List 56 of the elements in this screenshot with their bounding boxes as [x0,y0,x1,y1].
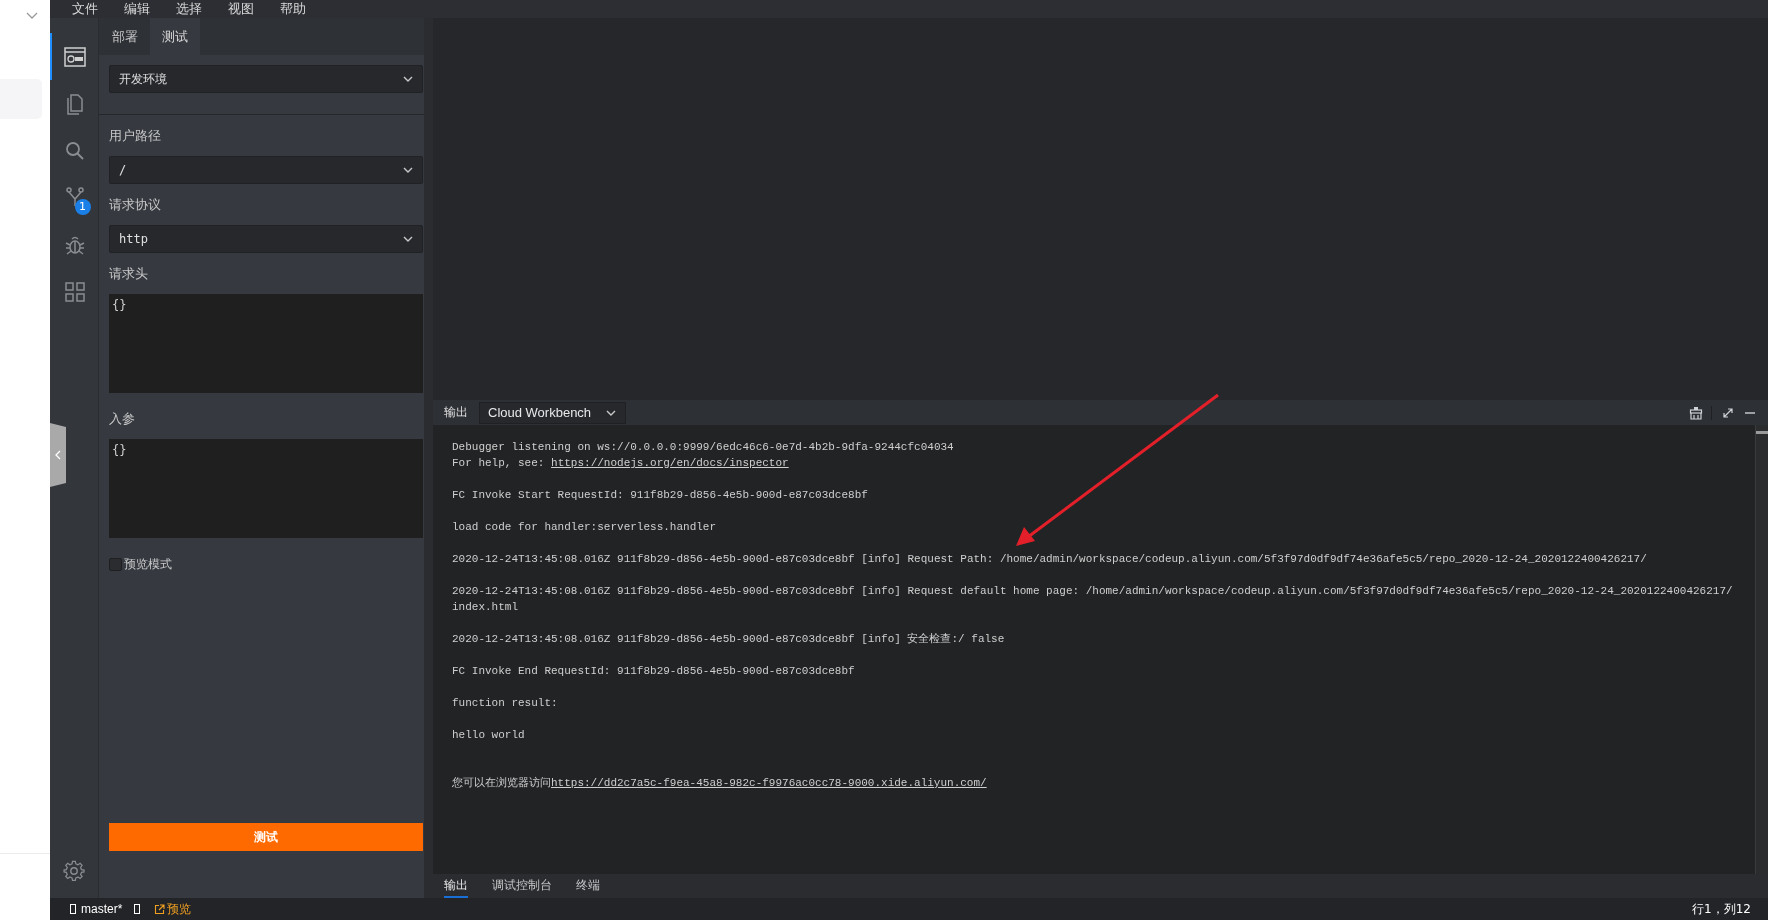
field-label: 入参 [109,410,136,428]
field-label: 用户路径 [109,127,162,145]
caret-icon [402,234,414,244]
log-line: FC Invoke End RequestId: 911f8b29-d856-4e5b-900d-e87c03dce8bf [452,664,856,679]
scrollbar[interactable] [1755,425,1768,874]
text-area-field[interactable]: {} [109,294,423,393]
panel-title: 输出 [444,404,468,421]
environment-select[interactable]: 开发环境 [109,65,423,93]
log-text: 您可以在浏览器访问 [452,776,551,789]
log-line: 2020-12-24T13:45:08.016Z 911f8b29-d856-4e5b-900d-e87c03dce8bf [info] Request default home page: /home/admin/workspace/codeup.aliyun.com/5f3f97d0df9df74e36afe5c5/repo_2020-12-24_2020122400426217/ [452,584,1734,599]
cursor-position[interactable]: 行1，列12 [1692,900,1751,918]
caret-icon [402,165,414,175]
menu-item[interactable]: 视图 [228,1,254,17]
menu-item[interactable]: 选择 [176,1,202,17]
log-line: FC Invoke Start RequestId: 911f8b29-d856-4e5b-900d-e87c03dce8bf [452,488,869,503]
log-line: function result: [452,696,559,711]
box-icon [70,904,76,914]
checkbox[interactable] [109,558,122,571]
tab[interactable]: 终端 [576,874,600,898]
count-badge: 1 [74,199,91,215]
menu-item[interactable]: 编辑 [124,1,150,17]
checkbox-label: 预览模式 [124,556,172,573]
log-line: hello world [452,728,526,743]
log-line: load code for handler:serverless.handler [452,520,718,535]
scrollbar-thumb[interactable] [1756,431,1768,434]
caret-icon [402,74,414,84]
log-line: Debugger listening on ws://0.0.0.0:9999/6edc46c6-0e7d-4b2b-9dfa-9244cfc04034 [452,440,955,455]
grid-icon [63,279,87,304]
link[interactable]: https://dd2c7a5c-f9ea-45a8-982c-f9976ac0cc78-9000.xide.aliyun.com/ [551,777,987,789]
log-line: 2020-12-24T13:45:08.016Z 911f8b29-d856-4e5b-900d-e87c03dce8bf [info] Request Path: /home/admin/workspace/codeup.aliyun.com/5f3f97d0df9df74e36afe5c5/repo_2020-12-24_2020122400426217/ [452,552,1648,567]
preview-link[interactable]: 预览 [154,900,192,918]
activity-bar-item[interactable]: 1 [49,174,99,221]
text-area-field[interactable]: {} [109,439,423,538]
log-line: index.html [452,600,519,615]
external-link-icon [154,903,166,915]
channel-select[interactable]: Cloud Workbench [479,401,627,424]
tab[interactable]: 测试 [150,18,200,55]
browser-window-icon [63,44,87,69]
collapse-handle[interactable] [50,423,66,487]
field-label: 请求协议 [109,196,162,214]
log-text: For help, see: [452,457,546,469]
expand-icon[interactable] [1722,406,1734,419]
field-label: 请求头 [109,265,149,283]
branch-name[interactable]: master* [81,902,123,916]
menu-item[interactable]: 帮助 [280,1,306,17]
link[interactable]: https://nodejs.org/en/docs/inspector [551,457,789,469]
chevron-down-icon[interactable] [26,12,38,20]
settings-icon[interactable] [63,860,85,882]
tab[interactable]: 调试控制台 [492,874,552,898]
box-icon [134,904,141,914]
select-field[interactable]: http [109,225,423,253]
tab[interactable]: 部署 [100,18,150,55]
menu-item[interactable]: 文件 [72,1,98,17]
log-line: 2020-12-24T13:45:08.016Z 911f8b29-d856-4e5b-900d-e87c03dce8bf [info] 安全检查:/ false [452,632,1006,647]
clear-icon[interactable] [1689,405,1703,420]
select-field[interactable]: / [109,156,423,184]
